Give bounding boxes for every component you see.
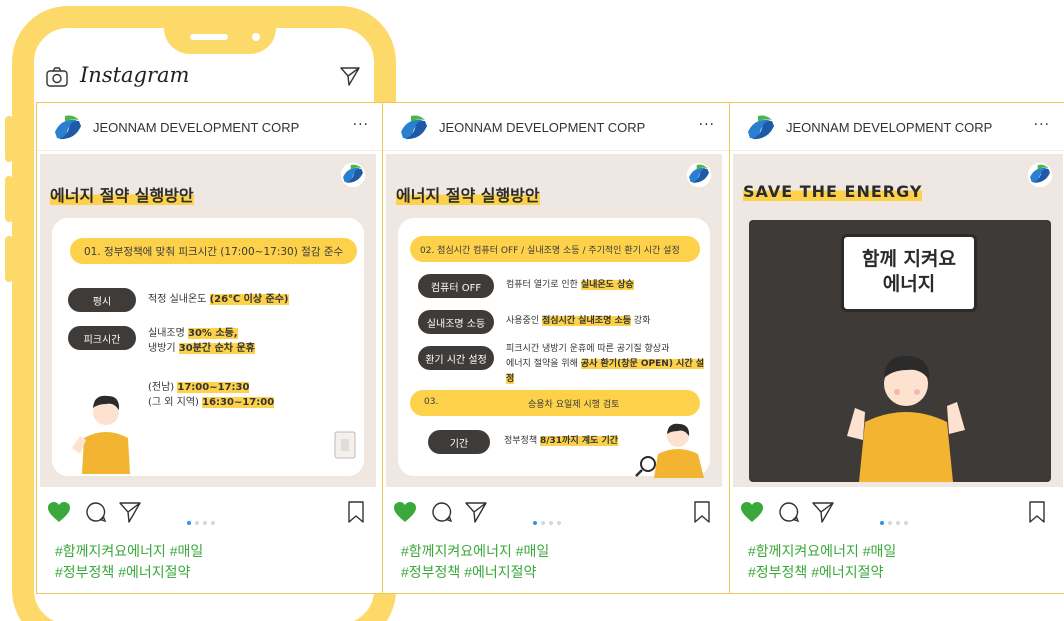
instagram-logo: Instagram (80, 63, 190, 87)
slide-tag: 평시 (68, 288, 136, 312)
more-options-icon[interactable]: ··· (353, 117, 369, 133)
post-header: JEONNAM DEVELOPMENT CORP ··· (37, 103, 383, 151)
bookmark-icon[interactable] (693, 501, 711, 523)
post-header: JEONNAM DEVELOPMENT CORP ··· (730, 103, 1064, 151)
slide-tag: 피크시간 (68, 326, 136, 350)
switch-illustration (334, 431, 356, 459)
more-options-icon[interactable]: ··· (699, 117, 715, 133)
person-illustration (635, 423, 704, 478)
phone-side-button (5, 116, 13, 162)
comment-icon[interactable] (85, 501, 107, 523)
phone-camera-dot (252, 33, 260, 41)
instagram-header: Instagram (36, 60, 370, 96)
heart-icon[interactable] (47, 501, 71, 523)
slide-title: 에너지 절약 실행방안 (50, 186, 194, 205)
send-icon[interactable] (119, 501, 141, 523)
slide-tag: 기간 (428, 430, 490, 454)
slide-tag: 컴퓨터 OFF (418, 274, 494, 298)
post-card: JEONNAM DEVELOPMENT CORP ··· 에너지 절약 실행방안… (382, 102, 729, 594)
bookmark-icon[interactable] (1028, 501, 1046, 523)
post-card: JEONNAM DEVELOPMENT CORP ··· 에너지 절약 실행방안… (36, 102, 383, 594)
post-image[interactable]: SAVE THE ENERGY 함께 지켜요 에너지 (733, 154, 1063, 487)
account-name[interactable]: JEONNAM DEVELOPMENT CORP (439, 120, 645, 135)
corp-logo (686, 162, 712, 188)
slide-board: 함께 지켜요 에너지 (749, 220, 1051, 482)
post-image[interactable]: 에너지 절약 실행방안 01. 정부정책에 맞춰 피크시간 (17:00~17:… (40, 154, 376, 487)
slide-row-text: 피크시간 냉방기 운휴에 따른 공기질 향상과 에너지 절약을 위해 공사 환기… (506, 344, 705, 384)
heart-icon[interactable] (393, 501, 417, 523)
camera-icon[interactable] (46, 67, 68, 87)
post-card: JEONNAM DEVELOPMENT CORP ··· SAVE THE EN… (729, 102, 1064, 594)
avatar[interactable] (744, 112, 778, 146)
direct-message-icon[interactable] (340, 66, 360, 86)
post-header: JEONNAM DEVELOPMENT CORP ··· (383, 103, 729, 151)
post-actions (730, 499, 1064, 529)
send-icon[interactable] (812, 501, 834, 523)
person-thumbs-up-illustration (847, 355, 965, 482)
slide-tag: 환기 시간 설정 (418, 346, 494, 370)
avatar[interactable] (51, 112, 85, 146)
comment-icon[interactable] (431, 501, 453, 523)
slide-pill: 01. 정부정책에 맞춰 피크시간 (17:00~17:30) 절감 준수 (70, 238, 358, 264)
slide-times: (전남) 17:00~17:30 (그 외 지역) 16:30~17:00 (148, 382, 275, 408)
phone-side-button (5, 236, 13, 282)
post-actions (37, 499, 383, 529)
more-options-icon[interactable]: ··· (1034, 117, 1050, 133)
carousel-indicator (880, 510, 912, 525)
slide-title: SAVE THE ENERGY (743, 182, 923, 201)
carousel-indicator (187, 510, 219, 525)
corp-logo (1027, 162, 1053, 188)
avatar[interactable] (397, 112, 431, 146)
hashtags[interactable]: #함께지켜요에너지 #매일 #정부정책 #에너지절약 (748, 541, 896, 583)
slide-pill: 02. 점심시간 컴퓨터 OFF / 실내조명 소등 / 주기적인 환기 시간 … (410, 236, 700, 262)
account-name[interactable]: JEONNAM DEVELOPMENT CORP (93, 120, 299, 135)
slide-card: 02. 점심시간 컴퓨터 OFF / 실내조명 소등 / 주기적인 환기 시간 … (398, 218, 710, 478)
hashtags[interactable]: #함께지켜요에너지 #매일 #정부정책 #에너지절약 (55, 541, 203, 583)
post-image[interactable]: 에너지 절약 실행방안 02. 점심시간 컴퓨터 OFF / 실내조명 소등 /… (386, 154, 722, 487)
slide-row-text: 적정 실내온도 (26℃ 이상 준수) (148, 294, 289, 305)
speech-bubble: 함께 지켜요 에너지 (841, 234, 977, 312)
person-illustration (72, 395, 130, 474)
slide-card: 01. 정부정책에 맞춰 피크시간 (17:00~17:30) 절감 준수 평시… (52, 218, 364, 476)
slide-row-text: 사용중인 점심시간 실내조명 소등 강화 (506, 316, 651, 326)
send-icon[interactable] (465, 501, 487, 523)
phone-side-button (5, 176, 13, 222)
corp-logo (340, 162, 366, 188)
phone-notch (164, 12, 276, 54)
post-actions (383, 499, 729, 529)
bookmark-icon[interactable] (347, 501, 365, 523)
slide-tag: 실내조명 소등 (418, 310, 494, 334)
slide-pill: 03. 승용차 요일제 시행 검토 (410, 390, 700, 416)
slide-row-text: 정부정책 8/31까지 계도 기간 (504, 436, 619, 446)
phone-speaker (190, 34, 228, 40)
slide-row-text: 컴퓨터 열기로 인한 실내온도 상승 (506, 280, 634, 290)
carousel-indicator (533, 510, 565, 525)
heart-icon[interactable] (740, 501, 764, 523)
hashtags[interactable]: #함께지켜요에너지 #매일 #정부정책 #에너지절약 (401, 541, 549, 583)
comment-icon[interactable] (778, 501, 800, 523)
slide-title: 에너지 절약 실행방안 (396, 186, 540, 205)
account-name[interactable]: JEONNAM DEVELOPMENT CORP (786, 120, 992, 135)
slide-row-text: 실내조명 30% 소등, 냉방기 30분간 순차 운휴 (148, 328, 255, 354)
